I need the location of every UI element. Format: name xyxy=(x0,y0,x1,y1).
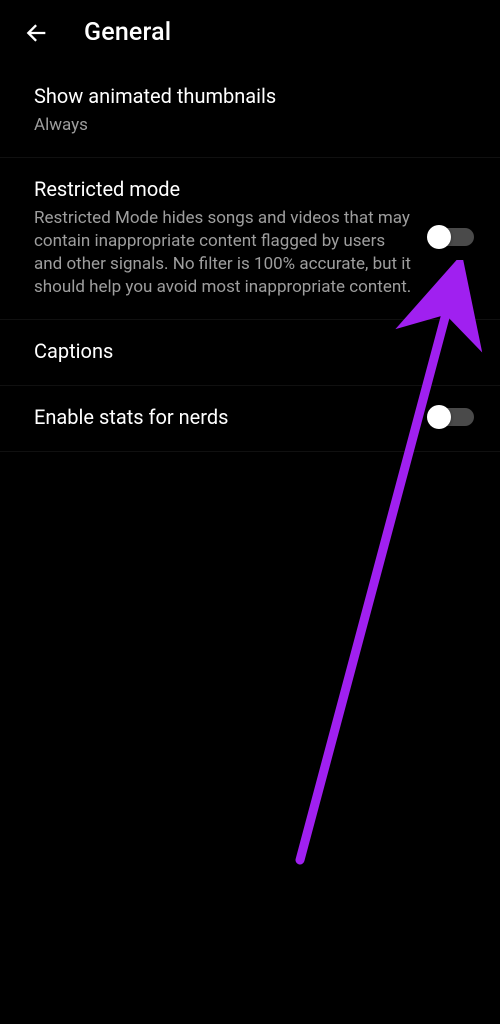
setting-title: Captions xyxy=(34,338,460,365)
setting-text: Restricted mode Restricted Mode hides so… xyxy=(34,176,430,299)
setting-text: Captions xyxy=(34,338,474,365)
setting-stats-for-nerds[interactable]: Enable stats for nerds xyxy=(0,386,500,452)
back-icon[interactable] xyxy=(22,19,50,47)
setting-value: Always xyxy=(34,114,460,137)
setting-title: Enable stats for nerds xyxy=(34,404,416,431)
page-title: General xyxy=(84,18,171,47)
setting-description: Restricted Mode hides songs and videos t… xyxy=(34,207,416,299)
setting-text: Show animated thumbnails Always xyxy=(34,83,474,137)
restricted-mode-toggle[interactable] xyxy=(430,228,474,246)
header: General xyxy=(0,0,500,65)
setting-text: Enable stats for nerds xyxy=(34,404,430,431)
settings-list: Show animated thumbnails Always Restrict… xyxy=(0,65,500,452)
setting-restricted-mode[interactable]: Restricted mode Restricted Mode hides so… xyxy=(0,158,500,320)
setting-captions[interactable]: Captions xyxy=(0,320,500,386)
setting-title: Show animated thumbnails xyxy=(34,83,460,110)
toggle-knob xyxy=(427,225,451,249)
setting-title: Restricted mode xyxy=(34,176,416,203)
stats-toggle[interactable] xyxy=(430,408,474,426)
toggle-knob xyxy=(427,405,451,429)
setting-animated-thumbnails[interactable]: Show animated thumbnails Always xyxy=(0,65,500,158)
